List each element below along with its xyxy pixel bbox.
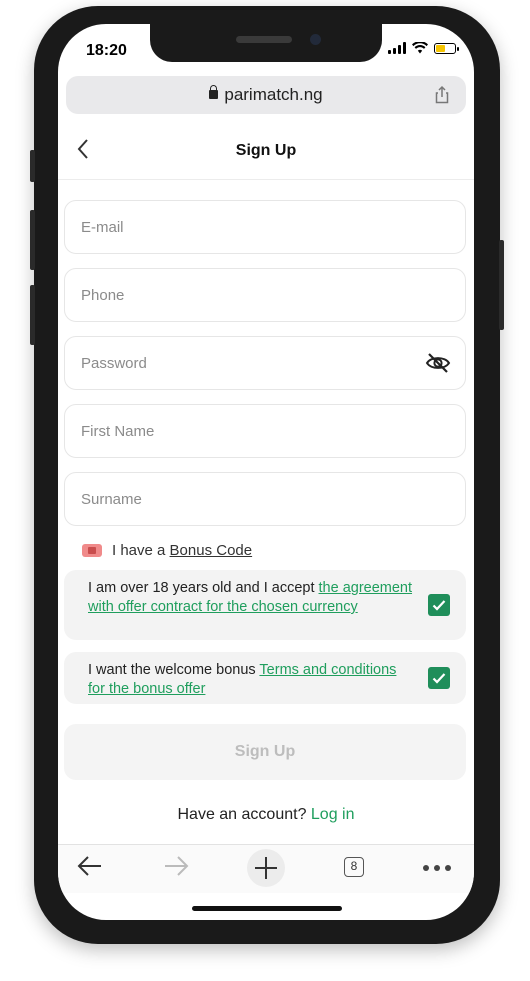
more-icon[interactable] <box>422 864 452 872</box>
battery-icon <box>434 42 459 54</box>
phone-input[interactable] <box>65 269 401 321</box>
surname-input[interactable] <box>65 473 401 525</box>
welcome-bonus-checkbox[interactable] <box>428 667 450 689</box>
tabs-count-button[interactable]: 8 <box>344 857 364 877</box>
wifi-icon <box>412 42 428 54</box>
status-icons <box>388 42 459 54</box>
page-header: Sign Up <box>58 124 474 180</box>
ticket-icon <box>82 544 102 557</box>
login-link[interactable]: Log in <box>311 806 355 823</box>
plus-icon <box>255 857 277 879</box>
agreement-checkbox[interactable] <box>428 594 450 616</box>
browser-toolbar: 8 <box>58 844 474 893</box>
signal-icon <box>388 42 406 54</box>
front-camera <box>310 34 321 45</box>
share-icon[interactable] <box>432 85 452 105</box>
back-arrow-icon[interactable] <box>76 853 104 879</box>
password-input[interactable] <box>65 337 401 389</box>
speaker <box>236 36 292 43</box>
bonus-code-row[interactable]: I have a Bonus Code <box>82 542 252 559</box>
email-field[interactable] <box>64 200 466 254</box>
address-bar[interactable]: parimatch.ng <box>66 76 466 114</box>
notch <box>150 24 382 62</box>
password-field[interactable] <box>64 336 466 390</box>
url-text: parimatch.ng <box>224 85 323 104</box>
eye-off-icon[interactable] <box>425 351 451 375</box>
login-prompt-text: Have an account? <box>177 806 311 823</box>
login-prompt: Have an account? Log in <box>58 806 474 824</box>
agreement-row: I am over 18 years old and I accept the … <box>64 570 466 640</box>
forward-arrow-icon[interactable] <box>162 853 190 879</box>
volume-up-button <box>30 210 35 270</box>
first-name-field[interactable] <box>64 404 466 458</box>
surname-field[interactable] <box>64 472 466 526</box>
sign-up-button[interactable]: Sign Up <box>64 724 466 780</box>
new-tab-button[interactable] <box>247 849 285 887</box>
volume-down-button <box>30 285 35 345</box>
first-name-input[interactable] <box>65 405 401 457</box>
checkmark-icon <box>432 673 446 684</box>
welcome-bonus-row: I want the welcome bonus Terms and condi… <box>64 652 466 704</box>
phone-field[interactable] <box>64 268 466 322</box>
bonus-code-prefix: I have a <box>112 542 170 559</box>
silent-switch <box>30 150 35 182</box>
page-title: Sign Up <box>235 142 297 159</box>
battery-level <box>436 44 445 52</box>
agreement-text: I am over 18 years old and I accept <box>88 580 319 596</box>
home-indicator <box>192 906 342 911</box>
phone-screen: 18:20 parimatch.ng Sign Up E-mail Phone … <box>58 24 474 920</box>
bonus-code-link[interactable]: Bonus Code <box>170 542 253 559</box>
email-input[interactable] <box>65 201 401 253</box>
checkmark-icon <box>432 600 446 611</box>
welcome-bonus-text: I want the welcome bonus <box>88 662 260 678</box>
power-button <box>499 240 504 330</box>
status-time: 18:20 <box>86 42 127 59</box>
lock-icon <box>209 84 219 99</box>
